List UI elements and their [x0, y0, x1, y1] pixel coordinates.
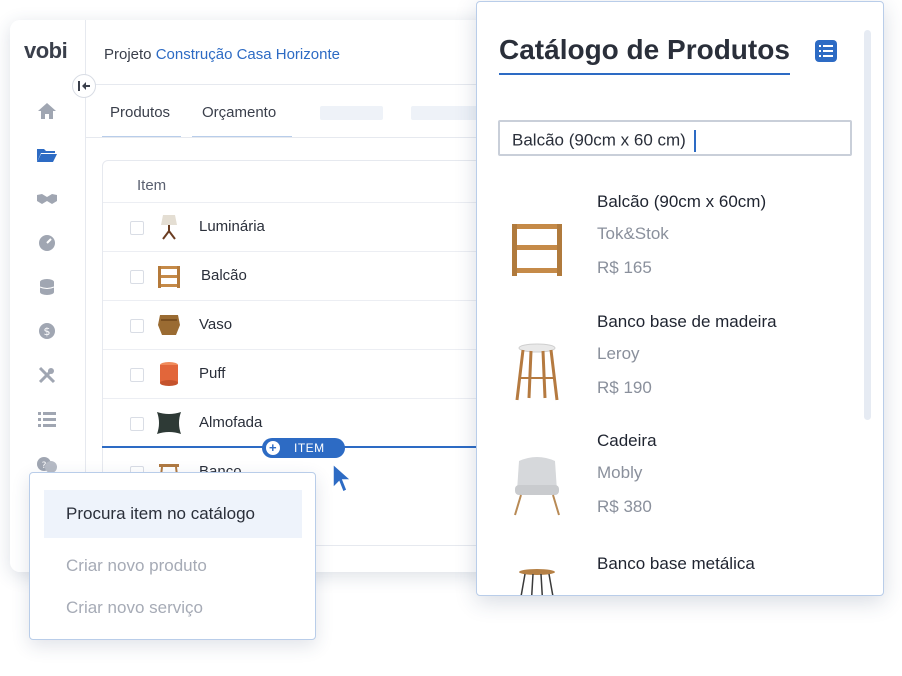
lamp-thumbnail: [155, 213, 183, 241]
catalog-search-input[interactable]: Balcão (90cm x 60 cm): [498, 120, 852, 156]
row-name: Balcão: [201, 267, 247, 284]
counter-product-image: [507, 208, 567, 278]
row-name: Vaso: [199, 316, 233, 333]
catalog-product-item[interactable]: Balcão (90cm x 60cm) Tok&Stok R$ 165: [477, 192, 857, 312]
tab-placeholder: [411, 106, 481, 120]
row-name: Puff: [199, 365, 226, 382]
sidebar-toggle-button[interactable]: [72, 74, 96, 98]
catalog-panel: Catálogo de Produtos Balcão (90cm x 60 c…: [476, 1, 884, 596]
database-icon[interactable]: [36, 276, 58, 298]
header-divider: [86, 84, 490, 85]
gauge-icon[interactable]: [36, 232, 58, 254]
menu-item-new-service[interactable]: Criar novo serviço: [44, 584, 302, 632]
catalog-product-item[interactable]: Banco base metálica: [477, 554, 857, 595]
project-name-link[interactable]: Construção Casa Horizonte: [156, 46, 340, 63]
svg-text:$: $: [44, 325, 51, 338]
table-row[interactable]: Puff: [103, 349, 490, 398]
product-name: Cadeira: [597, 431, 657, 450]
product-store: Leroy: [597, 344, 640, 363]
table-row[interactable]: Balcão: [103, 251, 490, 300]
svg-text:?: ?: [42, 461, 47, 471]
tab-placeholder: [320, 106, 383, 120]
tools-icon[interactable]: [36, 364, 58, 386]
folder-icon[interactable]: [36, 144, 58, 166]
add-item-menu: Procura item no catálogo Criar novo prod…: [29, 472, 316, 640]
chair-product-image: [507, 447, 567, 517]
row-checkbox[interactable]: [130, 221, 144, 235]
catalog-scrollbar[interactable]: [864, 30, 871, 420]
menu-item-new-product[interactable]: Criar novo produto: [44, 542, 302, 590]
product-name: Balcão (90cm x 60cm): [597, 192, 767, 211]
mouse-cursor-icon: [331, 462, 355, 499]
catalog-title: Catálogo de Produtos: [499, 34, 790, 65]
row-checkbox[interactable]: [130, 368, 144, 382]
list-icon[interactable]: [36, 408, 58, 430]
page-title: Projeto Construção Casa Horizonte: [104, 46, 340, 63]
plus-icon: +: [266, 441, 280, 455]
catalog-product-item[interactable]: Cadeira Mobly R$ 380: [477, 431, 857, 551]
tabs-divider: [86, 137, 490, 138]
product-price: R$ 380: [597, 497, 652, 516]
row-checkbox[interactable]: [130, 319, 144, 333]
product-name: Banco base metálica: [597, 554, 755, 573]
product-store: Tok&Stok: [597, 224, 669, 243]
product-store: Mobly: [597, 463, 643, 482]
table-row[interactable]: Luminária: [103, 202, 490, 251]
product-name: Banco base de madeira: [597, 312, 777, 331]
row-name: Luminária: [199, 218, 265, 235]
counter-thumbnail: [155, 262, 183, 290]
home-icon[interactable]: [36, 100, 58, 122]
pillow-thumbnail: [155, 409, 183, 437]
table-row[interactable]: Vaso: [103, 300, 490, 349]
metal-stool-product-image: [507, 568, 567, 595]
logo: vobi: [24, 38, 68, 63]
add-item-button[interactable]: + ITEM: [262, 438, 345, 458]
product-price: R$ 190: [597, 378, 652, 397]
dollar-icon[interactable]: $: [36, 320, 58, 342]
product-price: R$ 165: [597, 258, 652, 277]
puff-thumbnail: [155, 360, 183, 388]
list-view-icon[interactable]: [815, 40, 837, 62]
project-prefix: Projeto: [104, 46, 152, 63]
handshake-icon[interactable]: [36, 188, 58, 210]
catalog-product-item[interactable]: Banco base de madeira Leroy R$ 190: [477, 312, 857, 432]
catalog-title-underline: [499, 73, 790, 75]
column-header-item: Item: [137, 177, 167, 194]
vase-thumbnail: [155, 311, 183, 339]
tab-produtos[interactable]: Produtos: [110, 104, 170, 133]
tab-orcamento[interactable]: Orçamento: [202, 104, 276, 133]
row-checkbox[interactable]: [130, 270, 144, 284]
row-name: Almofada: [199, 414, 263, 431]
wooden-stool-product-image: [507, 328, 567, 401]
row-checkbox[interactable]: [130, 417, 144, 431]
search-input-value: Balcão (90cm x 60 cm): [512, 130, 686, 150]
add-item-label: ITEM: [294, 441, 325, 455]
text-caret: [693, 130, 696, 152]
menu-item-search-catalog[interactable]: Procura item no catálogo: [44, 490, 302, 538]
